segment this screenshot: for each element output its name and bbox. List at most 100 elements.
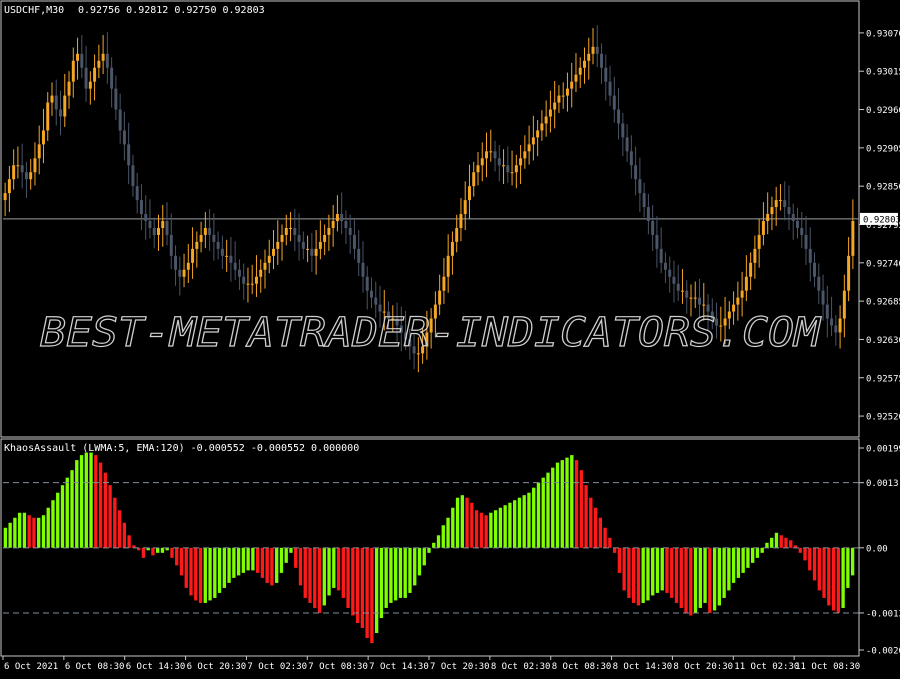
mt4-chart-window[interactable]: 0.93070 0.93015 0.92960 0.92905 0.92850 0.927… <box>0 0 900 675</box>
histogram-bar <box>584 485 588 548</box>
histogram-bar <box>693 547 698 613</box>
indicator-tick-label: 0.0013 <box>866 479 899 489</box>
histogram-bar <box>355 547 360 623</box>
histogram-bar <box>32 517 36 548</box>
histogram-bar <box>79 455 84 548</box>
candle-body <box>561 95 565 97</box>
histogram-bar <box>117 510 122 548</box>
histogram-bar <box>175 547 179 566</box>
histogram-bar <box>779 535 783 548</box>
candle-body <box>795 221 799 228</box>
histogram-bar <box>689 547 693 616</box>
candle-body <box>774 200 778 208</box>
candle-body <box>787 207 791 215</box>
histogram-bar <box>151 547 155 556</box>
candle-body <box>310 248 314 256</box>
candle-body <box>557 95 561 103</box>
histogram-bar <box>532 487 536 548</box>
candle-body <box>93 67 97 82</box>
histogram-bar <box>593 507 598 548</box>
candle-body <box>284 227 288 235</box>
histogram-bar <box>827 547 831 606</box>
time-tick-label: 6 Oct 14:30 <box>126 662 186 672</box>
histogram-bar <box>474 510 479 548</box>
candle-body <box>67 81 71 96</box>
candle-body <box>693 297 697 299</box>
histogram-bar <box>51 500 55 548</box>
candle-body <box>16 165 20 167</box>
histogram-bar <box>727 547 731 591</box>
candle-body <box>676 283 680 291</box>
candle-body <box>847 255 851 291</box>
candle-body <box>41 130 45 145</box>
candle-body <box>519 158 523 166</box>
price-tick-label: 0.93070 <box>866 29 900 39</box>
candle-body <box>621 123 625 138</box>
candle-body <box>84 67 88 89</box>
histogram-bar <box>470 502 474 548</box>
histogram-bar <box>789 540 793 548</box>
time-tick-label: 7 Oct 20:30 <box>430 662 490 672</box>
histogram-bar <box>222 547 226 588</box>
time-tick-label: 8 Oct 08:30 <box>552 662 612 672</box>
histogram-bar <box>8 522 12 548</box>
histogram-bar <box>103 472 108 548</box>
chart-canvas[interactable]: 0.93070 0.93015 0.92960 0.92905 0.92850 0.927… <box>0 0 900 675</box>
histogram-bar <box>522 495 526 548</box>
time-tick-label: 8 Oct 14:30 <box>613 662 673 672</box>
histogram-bar <box>655 547 660 593</box>
histogram-bar <box>279 547 284 573</box>
histogram-bar <box>850 547 855 576</box>
candle-body <box>570 81 574 89</box>
candle-body <box>225 255 229 257</box>
histogram-bar <box>94 455 98 548</box>
candle-body <box>842 290 846 319</box>
indicator-tick-label: -0.002039 <box>866 647 900 657</box>
price-tick-label: 0.92740 <box>866 259 900 269</box>
histogram-bar <box>831 547 836 611</box>
histogram-bar <box>755 547 760 558</box>
indicator-tick-label: -0.0013 <box>866 609 900 619</box>
candle-body <box>327 227 331 235</box>
histogram-bar <box>417 547 422 576</box>
candle-body <box>259 269 263 277</box>
candle-body <box>71 60 75 82</box>
candle-body <box>246 283 250 285</box>
histogram-bar <box>46 507 50 548</box>
histogram-bar <box>298 547 303 586</box>
candle-body <box>476 165 480 173</box>
histogram-bar <box>570 455 574 548</box>
price-axis: 0.93070 0.93015 0.92960 0.92905 0.92850 0.927… <box>3 29 900 423</box>
histogram-bar <box>598 517 603 548</box>
candle-body <box>301 241 305 249</box>
candle-body <box>502 165 506 167</box>
histogram-bar <box>808 547 812 571</box>
candle-body <box>216 241 220 249</box>
histogram-bar <box>446 517 450 548</box>
histogram-bar <box>684 547 688 613</box>
candle-body <box>548 109 552 117</box>
histogram-bar <box>560 460 564 548</box>
candle-body <box>131 165 135 187</box>
histogram-bar <box>341 547 345 598</box>
histogram-bar <box>784 537 788 548</box>
histogram-bar <box>536 482 541 548</box>
histogram-bar <box>217 547 222 593</box>
histogram-bar <box>717 547 722 606</box>
candle-body <box>37 144 41 159</box>
histogram-bar <box>27 515 31 548</box>
price-tick-label: 0.92850 <box>866 183 900 193</box>
candle-body <box>467 186 471 201</box>
candle-body <box>655 234 659 249</box>
candle-body <box>463 200 467 215</box>
candle-body <box>761 221 765 235</box>
candle-body <box>12 165 16 180</box>
candle-body <box>485 151 489 159</box>
candle-body <box>242 276 246 284</box>
histogram-bar <box>651 547 655 596</box>
histogram-bar <box>179 547 184 576</box>
histogram-bar <box>503 505 507 548</box>
candle-body <box>617 109 621 124</box>
candle-body <box>122 130 126 145</box>
histogram-bar <box>189 547 193 596</box>
